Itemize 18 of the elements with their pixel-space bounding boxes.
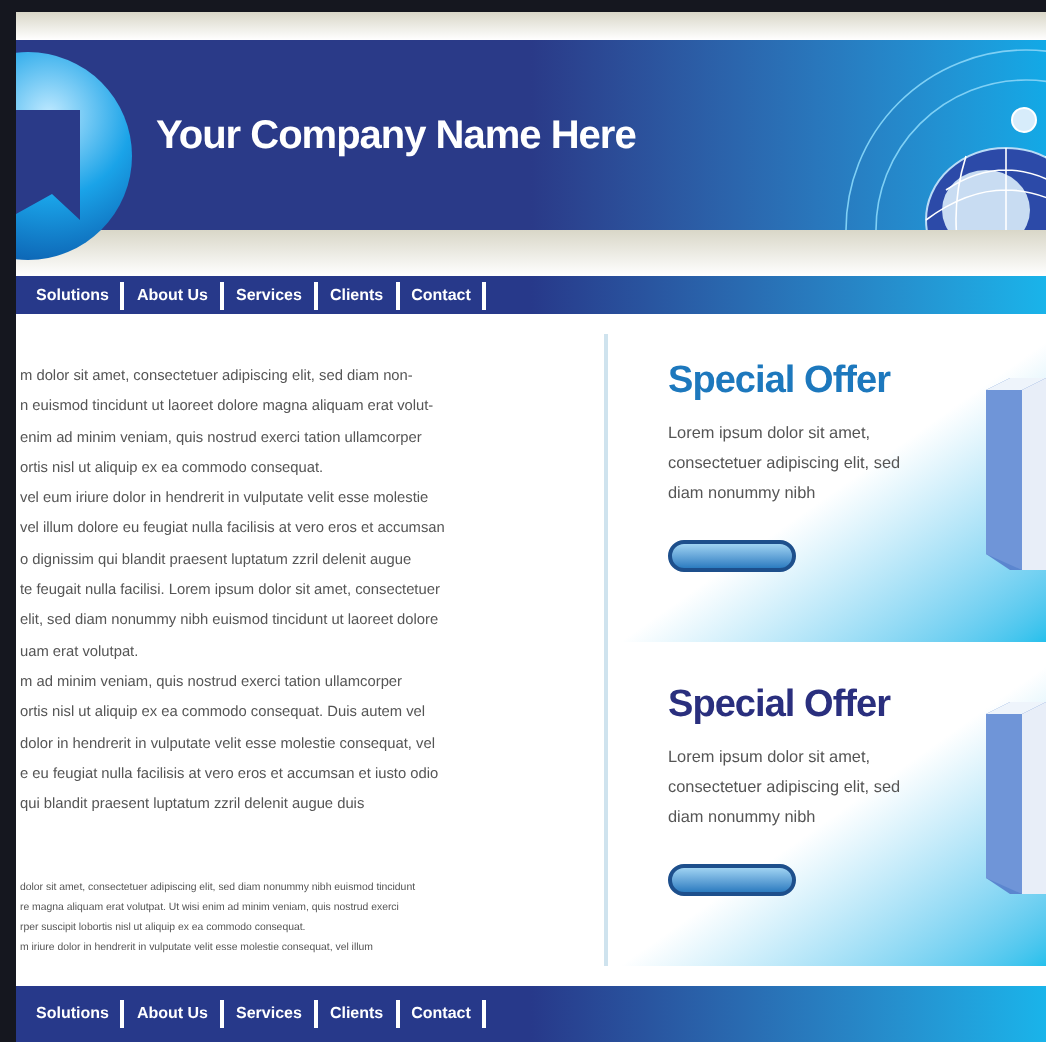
nav-link[interactable]: About Us <box>124 283 221 307</box>
logo-icon <box>16 50 132 262</box>
offer-text: Lorem ipsum dolor sit amet, consectetuer adipiscing elit, sed diam nonummy nibh <box>668 422 903 506</box>
company-name: Your Company Name Here <box>156 111 636 161</box>
nav-link[interactable]: Solutions <box>24 283 121 307</box>
nav-link[interactable]: Services <box>224 283 314 307</box>
nav-link[interactable]: Contact <box>399 283 483 307</box>
offer-button[interactable] <box>668 864 796 896</box>
nav-link[interactable]: Solutions <box>24 1002 121 1026</box>
nav-link[interactable]: Services <box>224 1002 314 1026</box>
nav-link[interactable]: Clients <box>317 283 396 307</box>
nav-link[interactable]: Contact <box>399 1002 483 1026</box>
nav-link[interactable]: About Us <box>124 1002 221 1026</box>
nav-link[interactable]: Clients <box>317 1002 396 1026</box>
offer-title: Special Offer <box>668 358 893 406</box>
offer-button[interactable] <box>668 540 796 572</box>
offer-text: Lorem ipsum dolor sit amet, consectetuer adipiscing elit, sed diam nonummy nibh <box>668 746 903 830</box>
offer-title: Special Offer <box>668 682 893 730</box>
